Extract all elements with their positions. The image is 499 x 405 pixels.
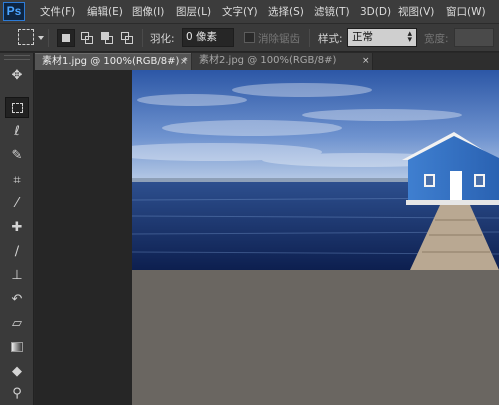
eraser-tool-icon[interactable]: ▱ xyxy=(5,313,29,334)
menu-select[interactable]: 选择(S) xyxy=(268,5,304,19)
move-tool-icon[interactable]: ✥ xyxy=(5,65,29,86)
marquee-tool-icon[interactable] xyxy=(5,97,29,118)
menu-filter[interactable]: 滤镜(T) xyxy=(314,5,350,19)
style-select[interactable]: 正常 ▴ ▾ xyxy=(347,28,417,47)
tab-document-2[interactable]: 素材2.jpg @ 100%(RGB/8#) × xyxy=(192,53,373,70)
feather-input[interactable]: 0 像素 xyxy=(182,28,234,47)
lasso-tool-icon[interactable]: ℓ xyxy=(5,121,29,142)
tab-label: 素材2.jpg @ 100%(RGB/8#) xyxy=(199,55,337,66)
toolbox-grip[interactable] xyxy=(4,55,30,60)
feather-label: 羽化: xyxy=(150,33,175,45)
antialias-checkbox[interactable] xyxy=(244,32,255,43)
lake-boathouse-photo xyxy=(132,70,499,270)
divider xyxy=(309,29,310,47)
updown-arrows-icon: ▴ ▾ xyxy=(407,29,412,45)
menu-image[interactable]: 图像(I) xyxy=(132,5,164,19)
chevron-down-icon[interactable] xyxy=(38,36,44,40)
gradient-tool-icon[interactable] xyxy=(5,337,29,358)
menu-layer[interactable]: 图层(L) xyxy=(176,5,211,19)
divider xyxy=(142,29,143,47)
intersect-selection-button[interactable] xyxy=(118,29,136,47)
close-icon[interactable]: × xyxy=(180,54,188,70)
document-tab-bar: 素材1.jpg @ 100%(RGB/8#) * × 素材2.jpg @ 100… xyxy=(35,53,499,70)
eyedropper-tool-icon[interactable]: ⁄ xyxy=(5,193,29,214)
menu-type[interactable]: 文字(Y) xyxy=(222,5,258,19)
menu-file[interactable]: 文件(F) xyxy=(40,5,75,19)
style-select-value: 正常 xyxy=(352,31,373,43)
crop-tool-icon[interactable]: ⌗ xyxy=(5,170,29,191)
add-to-selection-button[interactable] xyxy=(78,29,96,47)
blur-tool-icon[interactable]: ◆ xyxy=(5,361,29,382)
new-selection-button[interactable] xyxy=(57,29,75,47)
subtract-from-selection-button[interactable] xyxy=(98,29,116,47)
document-canvas[interactable] xyxy=(132,70,499,405)
menu-view[interactable]: 视图(V) xyxy=(398,5,434,19)
toolbox: ✥ ℓ ✎ ⌗ ⁄ ✚ ∕ ⊥ ↶ ▱ ◆ ⚲ xyxy=(0,53,34,405)
healing-brush-tool-icon[interactable]: ✚ xyxy=(5,217,29,238)
quick-select-tool-icon[interactable]: ✎ xyxy=(5,145,29,166)
menu-3d[interactable]: 3D(D) xyxy=(360,5,391,19)
divider xyxy=(48,29,49,47)
menu-bar: Ps 文件(F) 编辑(E) 图像(I) 图层(L) 文字(Y) 选择(S) 滤… xyxy=(0,0,499,24)
width-input[interactable] xyxy=(454,28,494,47)
brush-tool-icon[interactable]: ∕ xyxy=(5,241,29,262)
photoshop-logo: Ps xyxy=(3,2,25,21)
workspace xyxy=(35,70,499,405)
antialias-label: 消除锯齿 xyxy=(258,33,300,45)
menu-window[interactable]: 窗口(W) xyxy=(446,5,486,19)
history-brush-tool-icon[interactable]: ↶ xyxy=(5,289,29,310)
marquee-preset-icon[interactable] xyxy=(18,29,34,45)
style-label: 样式: xyxy=(318,33,343,45)
clone-stamp-tool-icon[interactable]: ⊥ xyxy=(5,265,29,286)
tab-document-1[interactable]: 素材1.jpg @ 100%(RGB/8#) * × xyxy=(35,53,191,70)
options-bar: 羽化: 0 像素 消除锯齿 样式: 正常 ▴ ▾ 宽度: xyxy=(0,24,499,52)
dodge-tool-icon[interactable]: ⚲ xyxy=(5,383,29,404)
width-label: 宽度: xyxy=(424,33,449,45)
tab-label: 素材1.jpg @ 100%(RGB/8#) * xyxy=(42,56,188,67)
close-icon[interactable]: × xyxy=(362,53,370,69)
menu-edit[interactable]: 编辑(E) xyxy=(87,5,123,19)
